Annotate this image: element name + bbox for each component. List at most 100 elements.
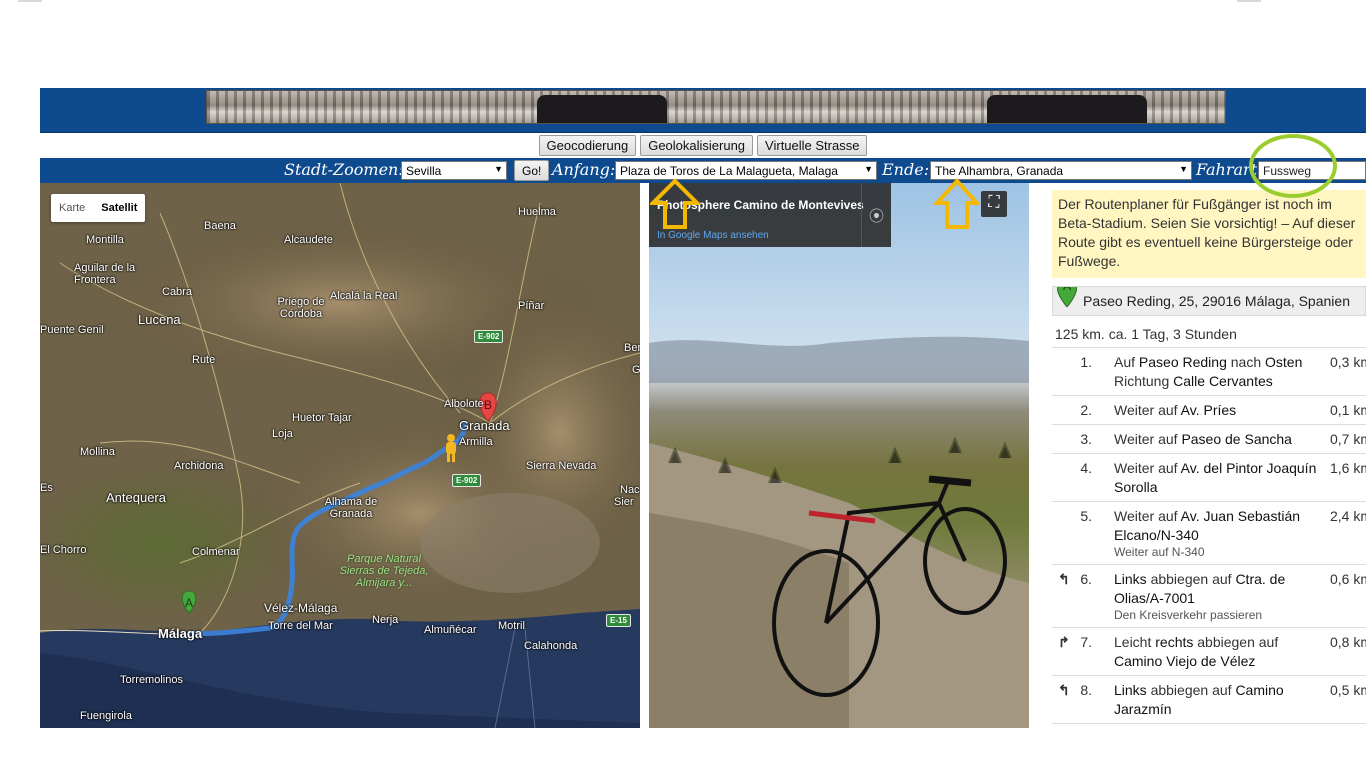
place-label: Antequera: [106, 490, 166, 505]
start-select-value: Plaza de Toros de La Malagueta, Malaga: [620, 164, 838, 178]
step-direction: Camino Viejo de Vélez: [1114, 653, 1256, 669]
step-street: Links: [1114, 571, 1147, 587]
direction-step[interactable]: ↰ 8. Links abbiegen auf Camino Jarazmín …: [1052, 676, 1366, 724]
step-note: Den Kreisverkehr passieren: [1114, 608, 1263, 622]
step-number: 4.: [1080, 460, 1092, 476]
banner-photo: [206, 90, 1226, 124]
location-pin-icon[interactable]: ⦿: [861, 183, 891, 247]
road-badge: E-902: [474, 330, 504, 343]
route-planner-page: Geocodierung Geolokalisierung Virtuelle …: [40, 88, 1366, 730]
route-summary: 125 km. ca. 1 Tag, 3 Stunden: [1055, 326, 1237, 342]
step-target: Calle Cervantes: [1173, 373, 1273, 389]
place-label: Es: [40, 482, 53, 494]
start-marker-label: A: [1063, 286, 1071, 293]
direction-step[interactable]: ↱ 7. Leicht rechts abbiegen auf Camino V…: [1052, 628, 1366, 676]
step-street: rechts: [1155, 634, 1194, 650]
virtual-street-button[interactable]: Virtuelle Strasse: [757, 135, 868, 156]
place-label: G: [632, 364, 640, 376]
step-number: 8.: [1080, 682, 1092, 698]
step-distance: 0,1 km: [1330, 402, 1366, 418]
step-distance: 1,6 km: [1330, 460, 1366, 476]
direction-step[interactable]: 3. Weiter auf Paseo de Sancha 0,7 km: [1052, 425, 1366, 454]
annotation-arrow-end: [934, 178, 980, 229]
place-label: Sier: [614, 496, 634, 508]
satellite-map[interactable]: A B Karte Satellit Baena Huelma Montilla…: [40, 183, 640, 728]
step-distance: 2,4 km: [1330, 508, 1366, 524]
city-select[interactable]: Sevilla ▼: [401, 161, 507, 180]
step-direction: Osten: [1265, 354, 1303, 370]
turn-left-icon: ↰: [1058, 682, 1070, 698]
go-button[interactable]: Go!: [514, 160, 550, 181]
end-select-value: The Alhambra, Granada: [935, 164, 1064, 178]
place-label: Vélez-Málaga: [264, 601, 338, 615]
turn-left-icon: ↰: [1058, 571, 1070, 587]
place-label: Huelma: [518, 206, 556, 218]
annotation-circle-travel-mode: [1249, 134, 1337, 198]
place-label: Píñar: [518, 300, 545, 312]
direction-step[interactable]: 4. Weiter auf Av. del Pintor Joaquín Sor…: [1052, 454, 1366, 502]
place-label: Fuengirola: [80, 710, 132, 722]
direction-step[interactable]: ↰ 6. Links abbiegen auf Ctra. de Olias/A…: [1052, 565, 1366, 628]
direction-step[interactable]: 2. Weiter auf Av. Príes 0,1 km: [1052, 396, 1366, 425]
step-distance: 0,3 km: [1330, 354, 1366, 370]
place-label: Alcalá la Real: [330, 290, 398, 302]
place-label: Sierra Nevada: [526, 460, 597, 472]
step-street: Paseo de Sancha: [1181, 431, 1292, 447]
place-label: Montilla: [86, 234, 124, 246]
step-street: Av. Príes: [1180, 402, 1237, 418]
place-label: Motril: [498, 620, 525, 632]
annotation-arrow-start: [650, 178, 700, 229]
park-label: Parque Natural Sierras de Tejeda, Almija…: [339, 553, 429, 589]
place-label: Priego de Córdoba: [277, 296, 325, 320]
step-street: Paseo Reding: [1138, 354, 1227, 370]
place-label: Puente Genil: [40, 324, 104, 336]
marker-a-label: A: [185, 596, 193, 610]
turn-slight-right-icon: ↱: [1058, 634, 1070, 650]
open-in-google-maps-link[interactable]: In Google Maps ansehen: [657, 230, 769, 241]
step-number: 1.: [1080, 354, 1092, 370]
place-label: Alhama de Granada: [324, 496, 378, 520]
dropdown-arrow-icon: ▼: [494, 164, 503, 174]
direction-step[interactable]: 5. Weiter auf Av. Juan Sebastián Elcano/…: [1052, 502, 1366, 565]
step-distance: 0,7 km: [1330, 431, 1366, 447]
directions-panel: Der Routenplaner für Fußgänger ist noch …: [1052, 183, 1366, 728]
road-badge: E-902: [452, 474, 482, 487]
header-banner: [40, 88, 1366, 133]
street-view-scene: [649, 336, 1029, 728]
step-text: abbiegen auf: [1146, 571, 1236, 587]
fullscreen-icon[interactable]: ⛶: [981, 191, 1007, 217]
step-number: 3.: [1080, 431, 1092, 447]
street-view-panorama[interactable]: Photosphere Camino de Montevives In Goog…: [649, 183, 1029, 728]
map-type-karte[interactable]: Karte: [51, 194, 93, 222]
direction-step[interactable]: 1. Auf Paseo Reding nach Osten Richtung …: [1052, 348, 1366, 396]
place-label: Cabra: [162, 286, 192, 298]
end-label: Ende:: [882, 160, 930, 179]
step-distance: 0,5 km: [1330, 682, 1366, 698]
step-number: 5.: [1080, 508, 1092, 524]
dropdown-arrow-icon: ▼: [1179, 164, 1188, 174]
place-label: Armilla: [459, 436, 493, 448]
step-text: Leicht: [1114, 634, 1156, 650]
map-type-toggle: Karte Satellit: [51, 194, 146, 222]
map-type-satellite[interactable]: Satellit: [93, 194, 145, 222]
geocode-button[interactable]: Geocodierung: [538, 135, 637, 156]
start-address: Paseo Reding, 25, 29016 Málaga, Spanien: [1083, 293, 1350, 309]
green-marker-icon: A: [1057, 286, 1077, 307]
step-text: Weiter auf: [1114, 460, 1181, 476]
geolocate-button[interactable]: Geolokalisierung: [640, 135, 754, 156]
start-waypoint[interactable]: A Paseo Reding, 25, 29016 Málaga, Spanie…: [1052, 286, 1366, 316]
place-label: Huetor Tajar: [292, 412, 352, 424]
marker-b-label: B: [484, 398, 492, 412]
place-label: Granada: [459, 418, 510, 433]
place-label: Málaga: [158, 626, 203, 641]
road-badge: E-15: [606, 614, 631, 627]
place-label: Albolote: [444, 398, 484, 410]
place-label: Nac: [620, 484, 640, 496]
place-label: Mollina: [80, 446, 115, 458]
top-edge-line-left: [18, 0, 42, 2]
city-select-value: Sevilla: [406, 164, 442, 178]
step-note: Weiter auf N-340: [1114, 545, 1205, 559]
step-distance: 0,6 km: [1330, 571, 1366, 587]
step-number: 2.: [1080, 402, 1092, 418]
city-zoom-label: Stadt-Zoomen:: [284, 160, 404, 179]
